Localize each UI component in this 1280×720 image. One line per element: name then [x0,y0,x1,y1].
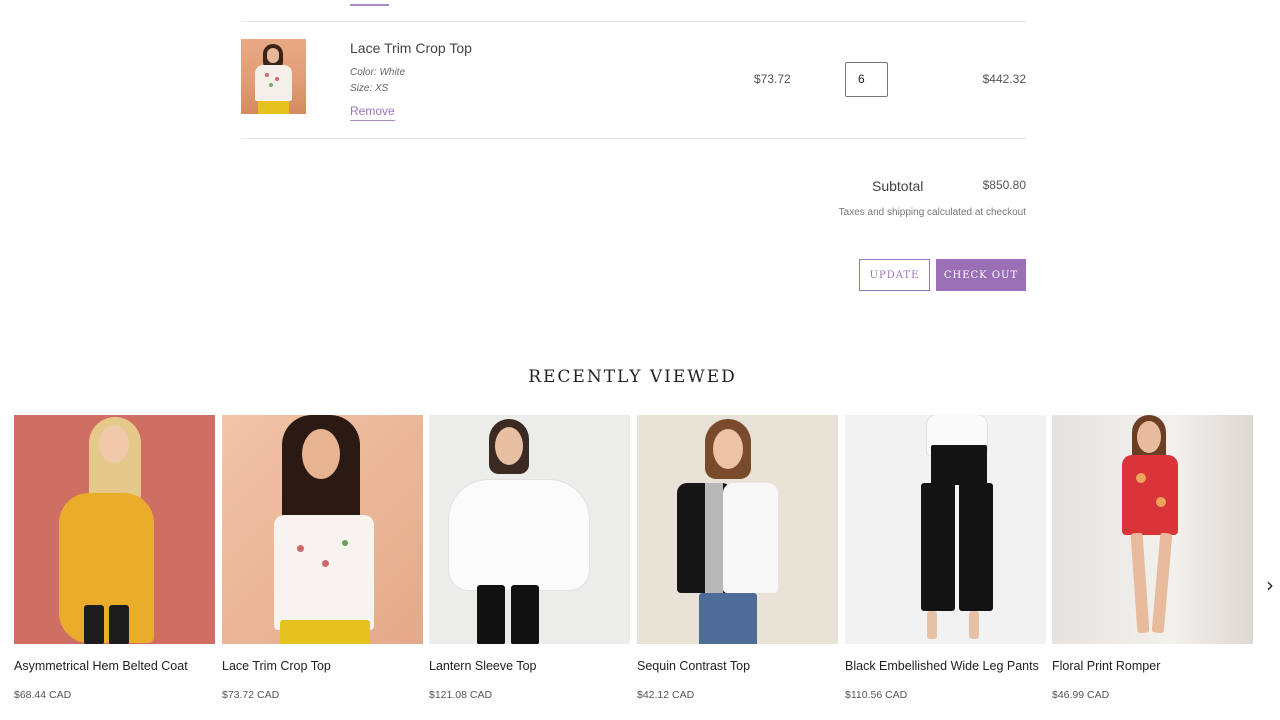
product-name[interactable]: Sequin Contrast Top [637,659,750,673]
product-price: $121.08 CAD [429,689,493,701]
product-image[interactable] [429,415,630,644]
update-button[interactable]: UPDATE [859,259,930,291]
product-image[interactable] [637,415,838,644]
previous-item-remove-underline [350,4,389,6]
product-name[interactable]: Lace Trim Crop Top [222,659,331,673]
product-price: $68.44 CAD [14,689,72,701]
cart-item-line-total: $442.32 [982,72,1026,86]
product-card[interactable]: Asymmetrical Hem Belted Coat $68.44 CAD [14,415,215,701]
product-card[interactable]: Sequin Contrast Top $42.12 CAD [637,415,838,701]
remove-link[interactable]: Remove [350,104,395,121]
product-price: $110.56 CAD [845,689,908,701]
tax-note: Taxes and shipping calculated at checkou… [838,207,1026,218]
recently-viewed-heading: RECENTLY VIEWED [528,367,737,387]
checkout-button[interactable]: CHECK OUT [936,259,1026,291]
product-card[interactable]: Black Embellished Wide Leg Pants $110.56… [845,415,1046,701]
quantity-input[interactable]: 6 [845,62,888,97]
product-name[interactable]: Lantern Sleeve Top [429,659,537,673]
subtotal-value: $850.80 [982,178,1026,192]
cart-line-item: Lace Trim Crop Top Color: White Size: XS… [241,22,1026,138]
product-image[interactable] [14,415,215,644]
product-card[interactable]: Floral Print Romper $46.99 CAD [1052,415,1253,701]
product-image[interactable] [1052,415,1253,644]
cart-item-title[interactable]: Lace Trim Crop Top [350,40,472,56]
product-card[interactable]: Lantern Sleeve Top $121.08 CAD [429,415,630,701]
product-price: $42.12 CAD [637,689,695,701]
product-image[interactable] [845,415,1046,644]
cart-item-price: $73.72 [754,72,791,86]
product-name[interactable]: Asymmetrical Hem Belted Coat [14,659,188,673]
product-card[interactable]: Lace Trim Crop Top $73.72 CAD [222,415,423,701]
product-price: $46.99 CAD [1052,689,1110,701]
product-image[interactable] [222,415,423,644]
product-price: $73.72 CAD [222,689,280,701]
cart-page: Lace Trim Crop Top Color: White Size: XS… [0,0,1280,720]
subtotal-label: Subtotal [872,178,924,194]
product-name[interactable]: Black Embellished Wide Leg Pants [845,659,1039,673]
chevron-right-icon[interactable]: › [1262,574,1278,596]
cart-row-divider-bottom [241,138,1026,139]
product-name[interactable]: Floral Print Romper [1052,659,1160,673]
cart-item-size: Size: XS [350,83,389,94]
cart-item-color: Color: White [350,67,406,78]
product-thumbnail[interactable] [241,39,306,114]
